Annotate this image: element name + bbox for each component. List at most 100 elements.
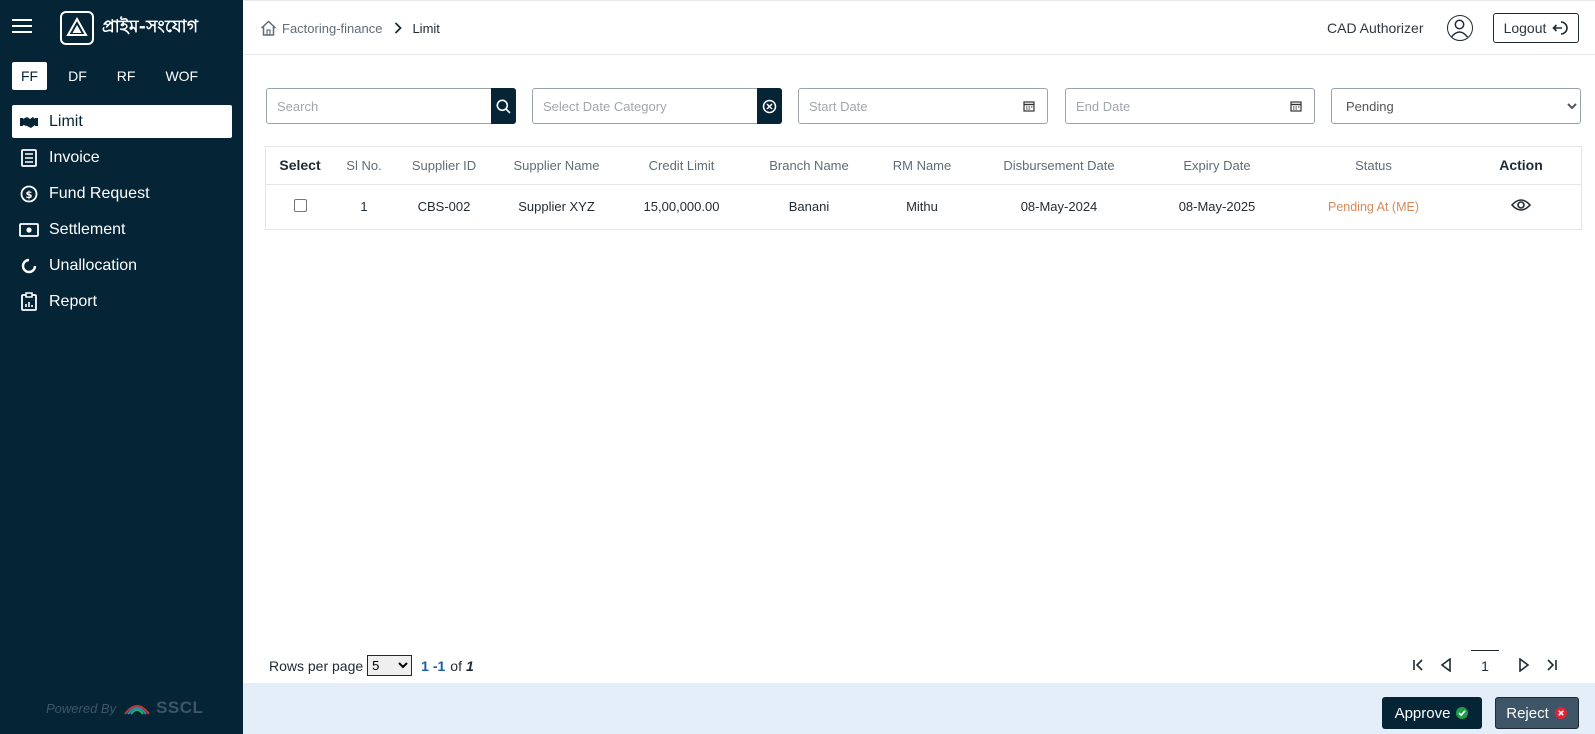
col-expiry-date: Expiry Date (1148, 147, 1286, 185)
circle-refresh-icon (19, 256, 39, 276)
sscl-logo-icon (124, 705, 150, 715)
first-page-icon[interactable] (1404, 650, 1432, 680)
cell-supplier-id: CBS-002 (417, 199, 471, 215)
logo-text: প্রাইম-সংযোগ (102, 17, 199, 37)
sidebar-item-invoice[interactable]: Invoice (12, 141, 232, 174)
sidebar-item-unallocation[interactable]: Unallocation (12, 249, 232, 282)
sidebar-item-label: Fund Request (49, 184, 150, 202)
sidebar-nav: Limit Invoice $ Fund Request Settlement … (12, 105, 232, 321)
cell-supplier-name: Supplier XYZ (518, 199, 595, 215)
page-total: 1 (465, 657, 474, 674)
sidebar-item-limit[interactable]: Limit (12, 105, 232, 138)
sidebar-item-label: Report (49, 292, 98, 310)
search-icon (496, 99, 511, 114)
cell-credit-limit: 15,00,000.00 (643, 199, 720, 215)
pager: 1 (1404, 648, 1566, 682)
sidebar-item-label: Invoice (49, 148, 100, 166)
end-date-input[interactable] (1066, 89, 1290, 123)
app-logo: প্রাইম-সংযোগ (60, 11, 198, 45)
logout-label: Logout (1503, 20, 1547, 36)
clear-date-category-button[interactable] (757, 88, 782, 124)
table-row: 1 CBS-002 Supplier XYZ 15,00,000.00 Bana… (266, 184, 1581, 229)
end-date-box (1065, 88, 1315, 124)
cell-expiry-date: 08-May-2025 (1178, 199, 1256, 215)
clipboard-chart-icon (19, 292, 39, 312)
top-header: Factoring-finance Limit CAD Authorizer L… (243, 0, 1595, 55)
status-filter-box: Pending (1331, 88, 1581, 124)
tab-ff[interactable]: FF (12, 62, 48, 90)
chevron-right-icon (395, 22, 403, 34)
limit-table: Select Sl No. Supplier ID Supplier Name … (265, 146, 1582, 230)
sidebar-item-label: Limit (49, 112, 83, 130)
col-disbursement-date: Disbursement Date (970, 147, 1148, 185)
tab-wof[interactable]: WOF (156, 62, 207, 90)
cell-disbursement-date: 08-May-2024 (1020, 199, 1098, 215)
sidebar-item-settlement[interactable]: Settlement (12, 213, 232, 246)
powered-by: Powered By SSCL (46, 698, 203, 718)
logout-button[interactable]: Logout (1493, 13, 1579, 43)
logout-icon (1552, 20, 1569, 36)
current-page[interactable]: 1 (1471, 650, 1499, 680)
search-button[interactable] (491, 88, 516, 124)
reject-button[interactable]: Reject (1495, 697, 1579, 729)
sidebar-item-report[interactable]: Report (12, 285, 232, 318)
eye-icon[interactable] (1511, 198, 1531, 212)
dollar-circle-icon: $ (19, 184, 39, 204)
cell-rm-name: Mithu (906, 199, 938, 215)
menu-icon[interactable] (12, 19, 32, 35)
date-category-box (532, 88, 782, 124)
col-supplier-name: Supplier Name (494, 147, 619, 185)
table-header-row: Select Sl No. Supplier ID Supplier Name … (266, 147, 1581, 185)
sidebar-item-label: Settlement (49, 220, 126, 238)
logo-mark-icon (60, 11, 94, 45)
reject-label: Reject (1506, 704, 1549, 722)
svg-text:$: $ (26, 190, 33, 201)
breadcrumb: Factoring-finance Limit (260, 20, 440, 36)
sidebar-item-label: Unallocation (49, 256, 138, 274)
start-date-input[interactable] (799, 89, 1023, 123)
date-category-input[interactable] (533, 89, 757, 123)
home-icon[interactable] (260, 20, 277, 36)
page-range: 1 -1 (421, 657, 446, 674)
rows-per-page-label: Rows per page (269, 657, 364, 674)
rows-per-page-select[interactable]: 5 (367, 655, 413, 676)
calendar-icon[interactable] (1023, 100, 1035, 112)
approve-button[interactable]: Approve (1382, 697, 1482, 729)
search-box (266, 88, 516, 124)
cell-action (1461, 184, 1581, 229)
cell-status: Pending At (ME) (1327, 199, 1419, 214)
breadcrumb-current: Limit (412, 20, 440, 36)
action-bar: Approve Reject (243, 683, 1595, 734)
last-page-icon[interactable] (1538, 650, 1566, 680)
rows-per-page: Rows per page 5 1 -1 of 1 (269, 655, 474, 676)
page-of-label: of (450, 657, 462, 674)
next-page-icon[interactable] (1510, 650, 1538, 680)
status-select[interactable]: Pending (1332, 89, 1580, 123)
breadcrumb-home[interactable]: Factoring-finance (282, 21, 382, 36)
col-sl-no: Sl No. (334, 147, 394, 185)
sidebar: প্রাইম-সংযোগ FF DF RF WOF Limit Invoice … (0, 0, 243, 734)
tab-rf[interactable]: RF (108, 62, 145, 90)
approve-label: Approve (1394, 704, 1451, 722)
cell-branch-name: Banani (788, 199, 830, 215)
search-input[interactable] (267, 89, 491, 123)
start-date-box (798, 88, 1048, 124)
vendor-name: SSCL (156, 698, 204, 717)
sidebar-item-fund-request[interactable]: $ Fund Request (12, 177, 232, 210)
close-circle-icon (1554, 706, 1568, 720)
module-tabs: FF DF RF WOF (12, 62, 219, 90)
banknote-icon (19, 220, 39, 240)
prev-page-icon[interactable] (1432, 650, 1460, 680)
close-circle-icon (762, 99, 777, 113)
check-circle-icon (1455, 706, 1469, 720)
document-list-icon (19, 148, 39, 168)
handshake-icon (19, 112, 39, 132)
row-checkbox[interactable] (293, 198, 307, 212)
tab-df[interactable]: DF (59, 62, 96, 90)
col-status: Status (1286, 147, 1461, 185)
calendar-icon[interactable] (1290, 100, 1302, 112)
avatar-icon[interactable] (1447, 15, 1473, 41)
powered-by-label: Powered By (46, 700, 117, 716)
col-supplier-id: Supplier ID (394, 147, 494, 185)
col-action: Action (1461, 147, 1581, 185)
